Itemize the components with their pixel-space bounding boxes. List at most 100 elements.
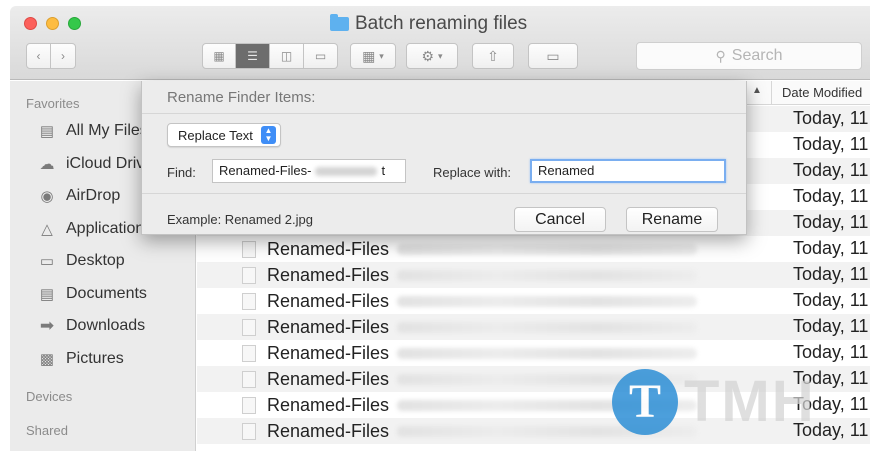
redacted-text [397,322,697,333]
table-row[interactable]: Renamed-Files Today, 11 [197,288,870,314]
sidebar-item-desktop[interactable]: ▭ Desktop [36,251,125,271]
document-icon [242,319,256,336]
airdrop-icon: ◉ [40,188,54,205]
cloud-icon: ☁ [39,156,55,173]
desktop-icon: ▭ [39,253,55,270]
redacted-text [397,244,697,255]
pictures-icon: ▩ [39,351,55,368]
cover-flow-icon: ▭ [314,49,327,63]
table-row[interactable]: Renamed-Files Today, 11 [197,236,870,262]
list-view-button[interactable]: ☰ [236,43,270,69]
file-date: Today, 11 [793,238,869,258]
arrange-grid-icon: ▦ [362,47,376,64]
file-name: Renamed-Files [267,265,390,285]
view-mode-control: ▦ ☰ ◫ ▭ [202,43,338,69]
share-button[interactable]: ⇧ [472,43,514,69]
redacted-text [397,348,697,359]
rename-example: Example: Renamed 2.jpg [167,212,313,227]
document-icon [242,397,256,414]
window-title: Batch renaming files [330,13,527,35]
up-down-chevron-icon: ▲ ▼ [260,126,276,144]
document-icon [242,267,256,284]
sidebar-item-applications[interactable]: △ Applications [36,219,152,239]
column-view-button[interactable]: ◫ [270,43,304,69]
arrange-button[interactable]: ▦ ▾ [350,43,396,69]
table-row[interactable]: Renamed-Files Today, 11 [197,262,870,288]
sidebar-item-icloud-drive[interactable]: ☁ iCloud Drive [36,154,154,174]
file-date: Today, 11 [793,316,869,336]
date-modified-column-header[interactable]: Date Modified [771,81,870,105]
document-icon [242,241,256,258]
sidebar-item-pictures[interactable]: ▩ Pictures [36,349,124,369]
file-date: Today, 11 [793,134,869,154]
sidebar-section-devices: Devices [26,389,73,404]
search-icon: ⚲ [715,47,726,64]
forward-button[interactable]: › [51,43,76,69]
search-input[interactable]: ⚲ Search [636,42,862,70]
replace-with-field[interactable]: Renamed [530,159,726,183]
action-button[interactable]: ⚙ ▾ [406,43,458,69]
sidebar-item-downloads[interactable]: ➡ Downloads [36,316,145,336]
redacted-text [397,270,697,281]
sort-ascending-icon[interactable]: ▲ [752,85,762,96]
zoom-window-button[interactable] [68,17,81,30]
document-icon [242,423,256,440]
file-date: Today, 11 [793,186,869,206]
columns-icon: ◫ [280,49,293,63]
applications-icon: △ [41,221,53,238]
rename-mode-select[interactable]: Replace Text ▲ ▼ [167,123,281,147]
file-date: Today, 11 [793,108,869,128]
folder-icon [330,14,349,31]
icon-grid-icon: ▦ [213,49,225,63]
file-name: Renamed-Files [267,239,390,259]
table-row[interactable]: Renamed-Files Today, 11 [197,340,870,366]
file-date: Today, 11 [793,212,869,232]
watermark-text: TMH [684,369,816,434]
find-label: Find: [167,165,196,180]
chevron-down-icon: ▾ [379,50,384,61]
file-date: Today, 11 [793,290,869,310]
cancel-button[interactable]: Cancel [514,207,606,232]
dialog-title: Rename Finder Items: [167,89,316,106]
document-icon [242,371,256,388]
file-name: Renamed-Files [267,291,390,311]
close-window-button[interactable] [24,17,37,30]
back-forward-control: ‹ › [26,43,76,69]
list-icon: ☰ [247,49,258,63]
rename-button[interactable]: Rename [626,207,718,232]
find-field[interactable]: Renamed-Files-t [212,159,406,183]
edit-tags-button[interactable]: ▭ [528,43,578,69]
watermark-logo: T TMH [612,368,816,435]
dialog-divider [142,113,746,114]
sidebar-item-airdrop[interactable]: ◉ AirDrop [36,186,120,206]
back-button[interactable]: ‹ [26,43,51,69]
document-icon [242,293,256,310]
redacted-text [315,167,378,177]
chevron-right-icon: › [61,49,65,63]
dialog-divider [142,193,746,194]
watermark-badge: T [612,368,678,435]
share-icon: ⇧ [487,47,499,64]
sidebar-section-favorites: Favorites [26,96,80,111]
table-row[interactable]: Renamed-Files Today, 11 [197,314,870,340]
file-name: Renamed-Files [267,421,390,441]
chevron-down-icon: ▾ [437,50,443,61]
sidebar-section-shared: Shared [26,423,68,438]
file-name: Renamed-Files [267,395,390,415]
sidebar-item-documents[interactable]: ▤ Documents [36,284,147,304]
replace-with-label: Replace with: [433,165,512,180]
minimize-window-button[interactable] [46,17,59,30]
icon-view-button[interactable]: ▦ [202,43,236,69]
cover-flow-button[interactable]: ▭ [304,43,338,69]
documents-icon: ▤ [39,286,55,303]
all-files-icon: ▤ [39,123,55,140]
file-date: Today, 11 [793,342,869,362]
redacted-text [397,296,697,307]
downloads-icon: ➡ [39,316,55,335]
chevron-left-icon: ‹ [36,49,41,63]
gear-icon: ⚙ [421,47,435,64]
file-date: Today, 11 [793,264,869,284]
rename-finder-items-dialog: Rename Finder Items: Replace Text ▲ ▼ Fin… [141,81,747,235]
file-date: Today, 11 [793,160,869,180]
sidebar-item-all-my-files[interactable]: ▤ All My Files [36,121,148,141]
